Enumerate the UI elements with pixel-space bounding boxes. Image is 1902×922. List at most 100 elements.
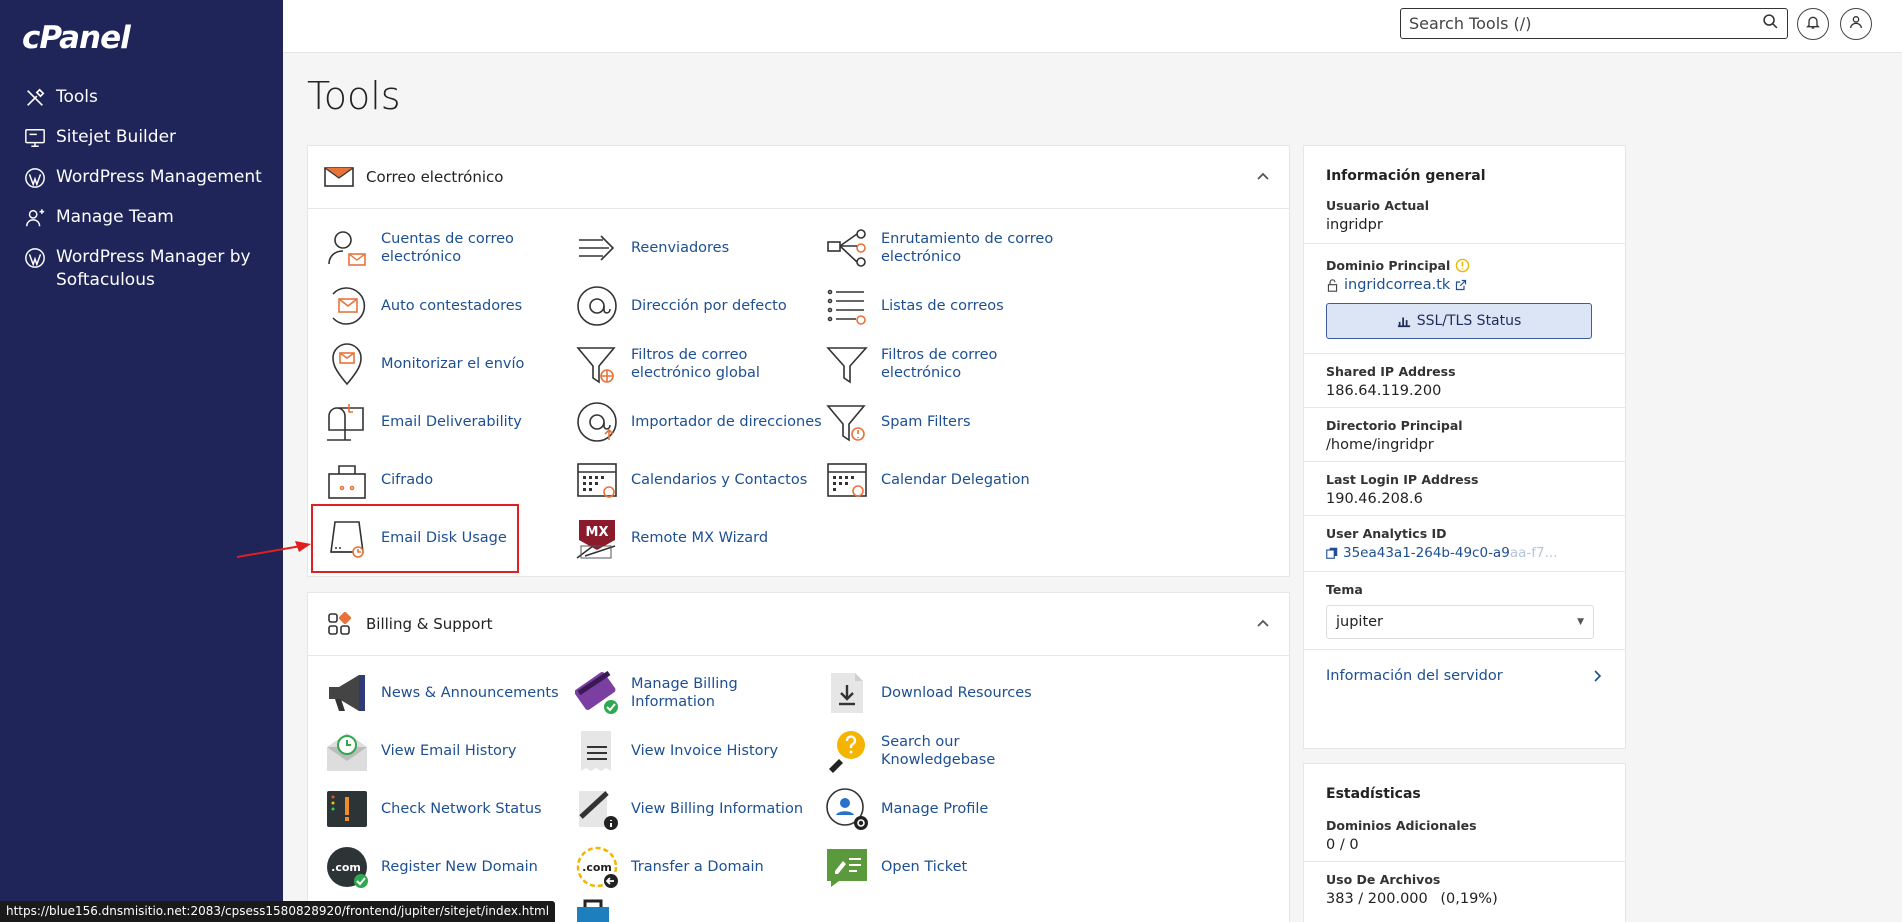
billing-section-header[interactable]: Billing & Support	[308, 593, 1289, 656]
calendar-delegation-icon	[823, 456, 871, 504]
tool-label: Manage Profile	[881, 801, 989, 817]
server-info-link[interactable]: Información del servidor	[1304, 650, 1625, 684]
credit-card-icon	[573, 669, 621, 717]
tool-network-status[interactable]: Check Network Status	[323, 785, 573, 833]
tools-icon	[22, 86, 48, 109]
search-input[interactable]	[1409, 14, 1762, 33]
sidebar-item-sitejet[interactable]: Sitejet Builder	[22, 126, 277, 149]
tool-email-routing[interactable]: Enrutamiento de correo electrónico	[823, 224, 1073, 272]
primary-domain-label: Dominio Principal	[1326, 258, 1451, 273]
chevron-right-icon	[1594, 670, 1602, 682]
tool-calendar-delegation[interactable]: Calendar Delegation	[823, 456, 1073, 504]
tool-encryption[interactable]: Cifrado	[323, 456, 573, 504]
sidebar-item-manage-team[interactable]: Manage Team	[22, 206, 277, 229]
home-dir-row: Directorio Principal /home/ingridpr	[1304, 408, 1625, 462]
invoice-icon	[573, 727, 621, 775]
tool-label: Filtros de correo electrónico	[881, 347, 998, 381]
home-dir-value: /home/ingridpr	[1326, 437, 1434, 453]
notifications-button[interactable]	[1797, 8, 1829, 40]
bar-chart-icon	[1397, 317, 1410, 328]
tool-label: Spam Filters	[881, 414, 971, 430]
analytics-id-value[interactable]: 35ea43a1-264b-49c0-a9	[1343, 545, 1510, 561]
tool-email-accounts[interactable]: Cuentas de correo electrónico	[323, 224, 573, 272]
sidebar-item-label: Tools	[56, 87, 98, 107]
apps-icon	[324, 609, 354, 639]
tool-label: Listas de correos	[881, 298, 1004, 314]
tool-label: Auto contestadores	[381, 298, 523, 314]
wordpress-icon	[22, 166, 48, 189]
tool-open-ticket[interactable]: Open Ticket	[823, 843, 1073, 891]
primary-domain-row: Dominio Principal ingridcorrea.tk SSL/TL…	[1304, 244, 1625, 354]
theme-label: Tema	[1326, 582, 1363, 597]
tool-invoice-history[interactable]: View Invoice History	[573, 727, 823, 775]
tool-download-resources[interactable]: Download Resources	[823, 669, 1073, 717]
sidebar-item-wordpress-management[interactable]: WordPress Management	[22, 166, 277, 189]
tool-forwarders[interactable]: Reenviadores	[573, 224, 823, 272]
svg-text:.com: .com	[582, 861, 612, 874]
sidebar-item-wordpress-manager[interactable]: WordPress Manager by Softaculous	[22, 246, 277, 292]
current-user-value: ingridpr	[1326, 217, 1383, 233]
ssl-tls-status-button[interactable]: SSL/TLS Status	[1326, 303, 1592, 339]
tool-manage-billing[interactable]: Manage Billing Information	[573, 669, 823, 717]
spam-filters-icon	[823, 398, 871, 446]
external-link-icon[interactable]	[1455, 279, 1467, 291]
tool-label: Email Deliverability	[381, 414, 522, 430]
tool-label: Check Network Status	[381, 801, 542, 817]
tool-email-filters[interactable]: Filtros de correo electrónico	[823, 340, 1073, 388]
tool-label: Cifrado	[381, 472, 434, 488]
sidebar-item-tools[interactable]: Tools	[22, 86, 277, 109]
encryption-icon	[323, 456, 371, 504]
cpanel-logo[interactable]: cPanel	[22, 20, 131, 56]
tool-transfer-domain[interactable]: .com Transfer a Domain	[573, 843, 823, 891]
mailing-lists-icon	[823, 282, 871, 330]
sidebar-item-label: Sitejet Builder	[56, 127, 177, 147]
tool-address-importer[interactable]: Importador de direcciones	[573, 398, 823, 446]
warning-icon[interactable]	[1455, 258, 1470, 273]
tool-track-delivery[interactable]: Monitorizar el envío	[323, 340, 573, 388]
global-filters-icon	[573, 340, 621, 388]
file-usage-label: Uso De Archivos	[1326, 872, 1441, 887]
shared-ip-row: Shared IP Address 186.64.119.200	[1304, 354, 1625, 408]
tool-global-filters[interactable]: Filtros de correo electrónico global	[573, 340, 823, 388]
copy-icon[interactable]	[1326, 547, 1338, 559]
tool-email-deliverability[interactable]: Email Deliverability	[323, 398, 573, 446]
email-history-icon	[323, 727, 371, 775]
email-filters-icon	[823, 340, 871, 388]
tool-manage-profile[interactable]: Manage Profile	[823, 785, 1073, 833]
info-title: Información general	[1326, 168, 1486, 184]
chevron-up-icon[interactable]	[1255, 615, 1271, 631]
tool-spam-filters[interactable]: Spam Filters	[823, 398, 1073, 446]
email-section-header[interactable]: Correo electrónico	[308, 146, 1289, 209]
tool-default-address[interactable]: Dirección por defecto	[573, 282, 823, 330]
user-menu-button[interactable]	[1840, 8, 1872, 40]
theme-select[interactable]: jupiter ▼	[1326, 605, 1594, 639]
search-icon[interactable]	[1762, 13, 1779, 34]
forwarders-icon	[573, 224, 621, 272]
shared-ip-label: Shared IP Address	[1326, 364, 1456, 379]
last-login-row: Last Login IP Address 190.46.208.6	[1304, 462, 1625, 516]
tool-calendars-contacts[interactable]: Calendarios y Contactos	[573, 456, 823, 504]
file-usage-percent: (0,19%)	[1440, 891, 1498, 907]
chevron-up-icon[interactable]	[1255, 168, 1271, 184]
tool-mailing-lists[interactable]: Listas de correos	[823, 282, 1073, 330]
file-usage-value: 383 / 200.000	[1326, 891, 1428, 907]
tool-autoresponders[interactable]: Auto contestadores	[323, 282, 573, 330]
page-title: Tools	[307, 74, 401, 118]
tool-remote-mx-wizard[interactable]: MX Remote MX Wizard	[573, 514, 823, 562]
tool-email-history[interactable]: View Email History	[323, 727, 573, 775]
sidebar-nav: Tools Sitejet Builder WordPress Manageme…	[22, 86, 277, 309]
tool-news[interactable]: News & Announcements	[323, 669, 573, 717]
top-bar	[283, 0, 1902, 53]
tool-label: Download Resources	[881, 685, 1032, 701]
search-box[interactable]	[1400, 8, 1788, 39]
shared-ip-value: 186.64.119.200	[1326, 383, 1442, 399]
tool-billing-info[interactable]: View Billing Information	[573, 785, 823, 833]
tool-label: Cuentas de correo electrónico	[381, 231, 514, 265]
primary-domain-link[interactable]: ingridcorrea.tk	[1344, 277, 1450, 293]
current-user-row: Usuario Actual ingridpr	[1304, 184, 1625, 244]
transfer-domain-icon: .com	[573, 843, 621, 891]
sidebar: cPanel Tools Sitejet Builder WordPress M…	[0, 0, 283, 922]
tool-register-domain[interactable]: .com Register New Domain	[323, 843, 573, 891]
tool-knowledgebase[interactable]: Search our Knowledgebase	[823, 727, 1073, 775]
tool-label: Reenviadores	[631, 240, 730, 256]
